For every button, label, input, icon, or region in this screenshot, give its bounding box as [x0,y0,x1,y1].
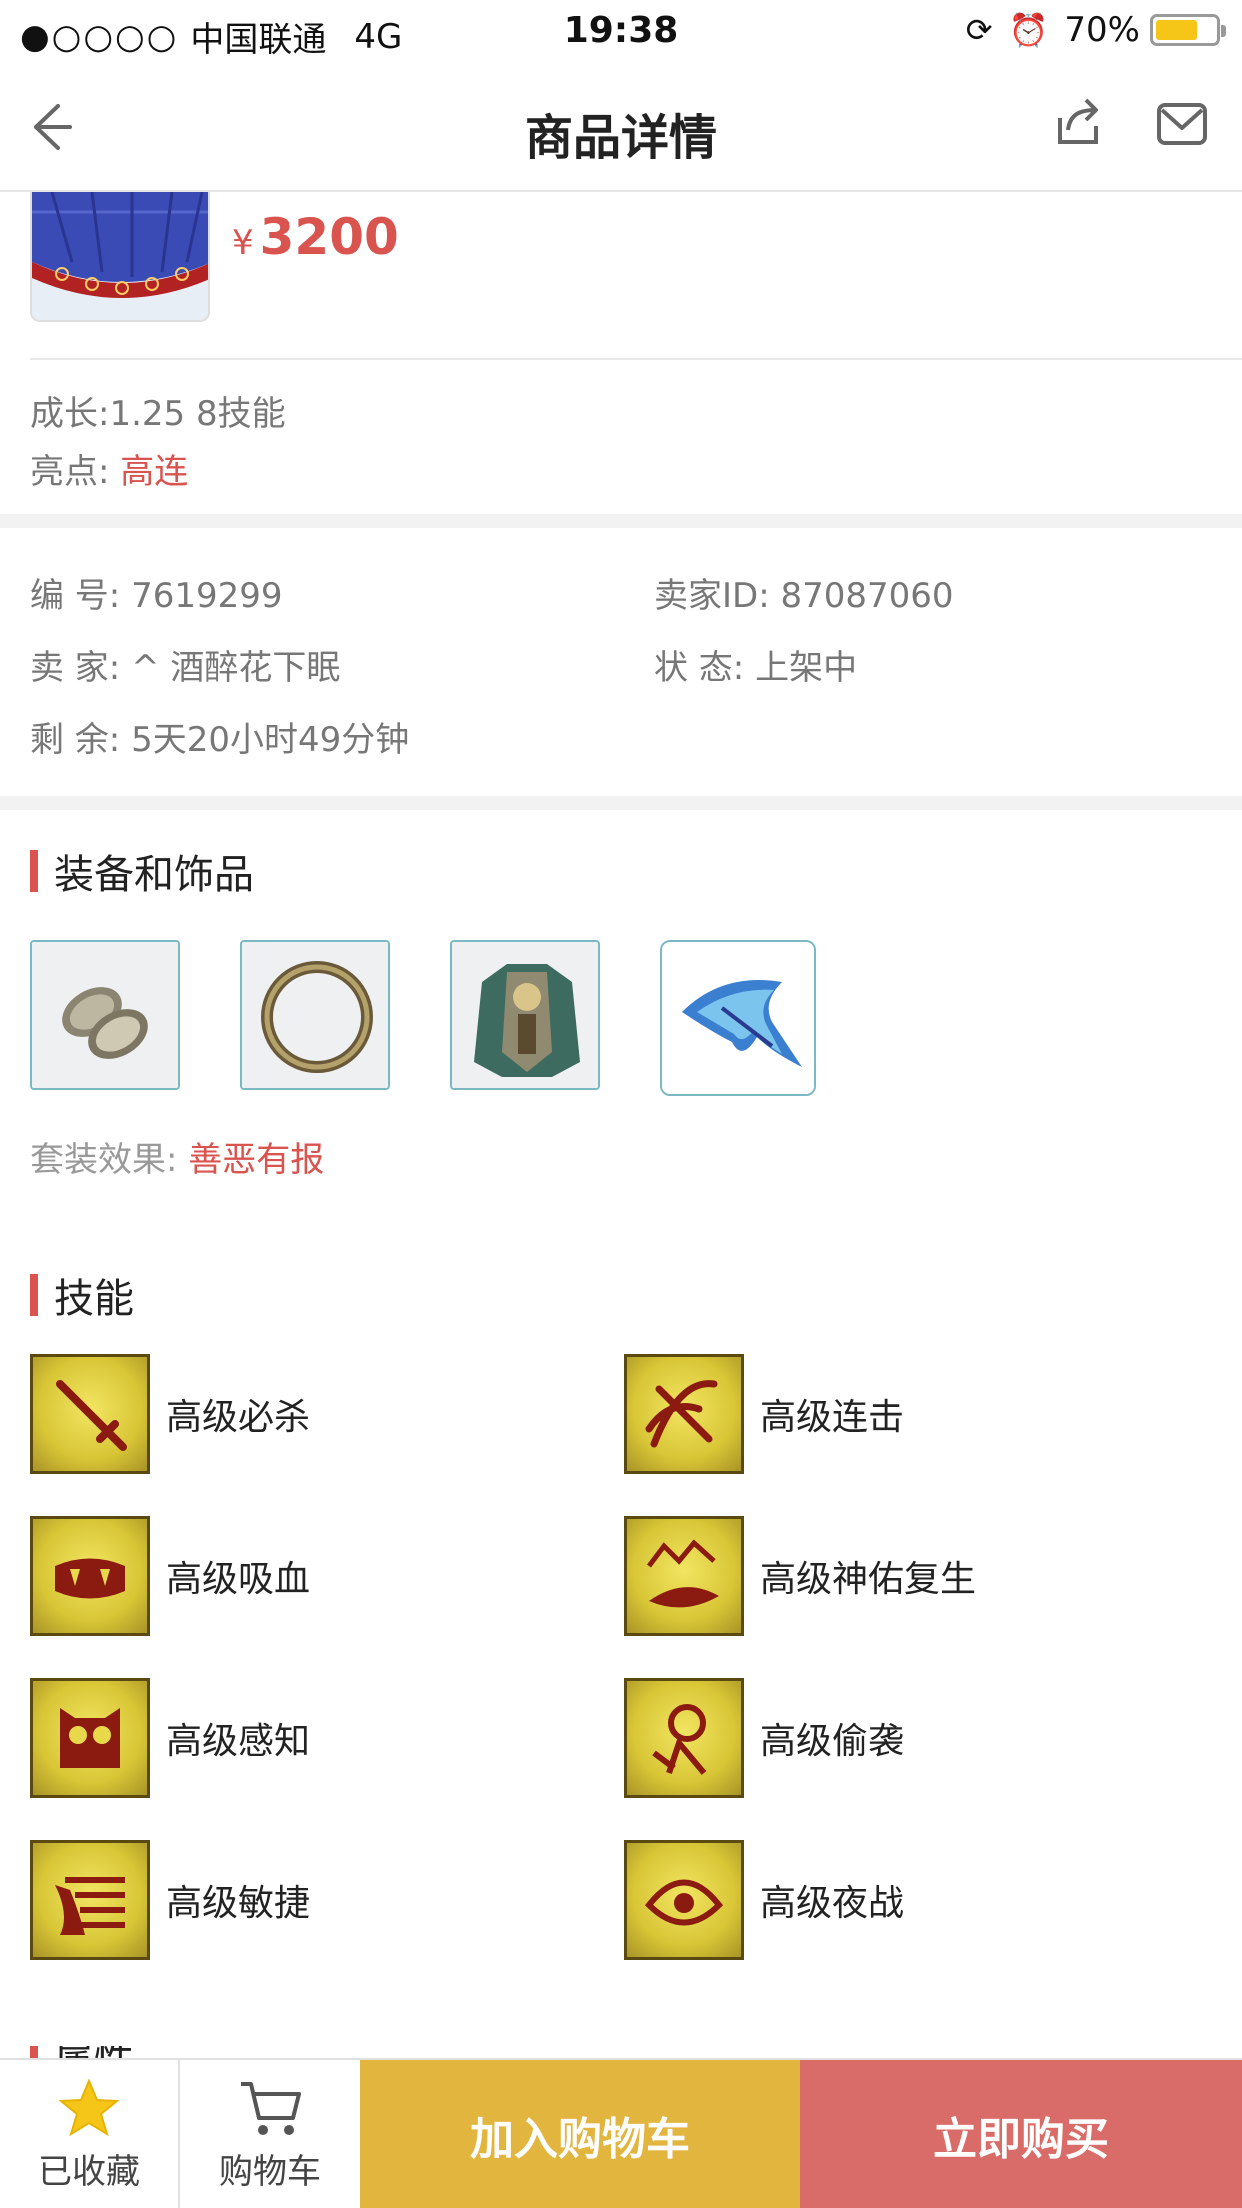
speed-icon [30,1840,150,1960]
status-value: 上架中 [755,648,858,688]
seller-label: 卖 家: [30,648,121,688]
stealth-icon [624,1678,744,1798]
favorite-tab[interactable]: 已收藏 [0,2060,180,2208]
skill-name: 高级夜战 [760,1883,905,1924]
currency-symbol: ¥ [232,223,254,263]
night-eye-icon [624,1840,744,1960]
crossed-weapons-icon [624,1354,744,1474]
growth-text: 成长:1.25 8技能 [30,394,286,434]
cart-tab[interactable]: 购物车 [180,2060,360,2208]
section-accent-bar [30,1274,38,1316]
wing-icon[interactable] [660,940,816,1096]
highlight-value: 高连 [120,452,189,492]
product-thumbnail[interactable] [30,192,210,322]
id-label: 编 号: [30,576,121,616]
skill-name: 高级吸血 [166,1559,311,1600]
cart-label: 购物车 [219,2151,321,2192]
mail-icon[interactable] [1156,102,1208,146]
product-price: ¥ 3200 [232,208,399,266]
skill-name: 高级感知 [166,1721,311,1762]
armor-icon[interactable] [450,940,600,1090]
skill-item[interactable]: 高级连击 [624,1354,904,1474]
remain-row: 剩 余: 5天20小时49分钟 [30,712,409,761]
status-label: 状 态: [654,648,745,688]
highlight-label: 亮点: [30,452,110,492]
section-accent-bar [30,850,38,892]
skill-item[interactable]: 高级敏捷 [30,1840,310,1960]
skill-item[interactable]: 高级偷袭 [624,1678,904,1798]
equipment-title: 装备和饰品 [54,852,254,898]
battery-fill [1156,20,1197,40]
favorite-label: 已收藏 [38,2151,140,2192]
skill-name: 高级偷袭 [760,1721,905,1762]
revive-icon [624,1516,744,1636]
battery-percent: 70% [1064,10,1140,50]
set-effect: 套装效果: 善恶有报 [30,1132,324,1181]
equipment-header: 装备和饰品 [30,842,254,900]
cart-icon [241,2081,301,2135]
skills-title: 技能 [54,1276,134,1322]
bottom-action-bar: 已收藏 购物车 加入购物车 立即购买 [0,2058,1242,2208]
seller-id-value: 87087060 [780,576,954,616]
skill-item[interactable]: 高级必杀 [30,1354,310,1474]
id-value: 7619299 [131,576,283,616]
seller-value: ^ 酒醉花下眠 [131,648,341,688]
seller-id-label: 卖家ID: [654,576,770,616]
remain-value: 5天20小时49分钟 [131,720,410,760]
star-icon [58,2077,120,2136]
seller-id-row: 卖家ID: 87087060 [654,568,954,617]
ring-icon[interactable] [240,940,390,1090]
highlight-row: 亮点: 高连 [30,443,286,501]
status-bar: ●○○○○ 中国联通 4G 19:38 ⟳ ⏰ 70% [0,0,1242,62]
owl-icon [30,1678,150,1798]
rotation-lock-icon: ⟳ [965,11,993,49]
remain-label: 剩 余: [30,720,121,760]
seller-row: 卖 家: ^ 酒醉花下眠 [30,640,340,689]
id-row: 编 号: 7619299 [30,568,283,617]
skill-item[interactable]: 高级神佑复生 [624,1516,976,1636]
set-effect-label: 套装效果: [30,1140,178,1180]
divider [30,358,1242,360]
skill-item[interactable]: 高级感知 [30,1678,310,1798]
buy-now-button[interactable]: 立即购买 [800,2060,1242,2208]
product-summary: 成长:1.25 8技能 亮点: 高连 [30,385,286,501]
fangs-icon [30,1516,150,1636]
add-to-cart-button[interactable]: 加入购物车 [360,2060,800,2208]
set-effect-value: 善恶有报 [188,1140,325,1180]
skill-name: 高级必杀 [166,1397,311,1438]
skill-name: 高级连击 [760,1397,905,1438]
skill-name: 高级神佑复生 [760,1559,977,1600]
price-section: ¥ 3200 [0,192,1242,360]
alarm-icon: ⏰ [1008,11,1049,49]
skills-header: 技能 [30,1266,134,1324]
nav-bar: 商品详情 [0,62,1242,192]
skill-name: 高级敏捷 [166,1883,311,1924]
share-icon[interactable] [1052,96,1104,148]
section-gap [0,796,1242,810]
skill-item[interactable]: 高级夜战 [624,1840,904,1960]
bracer-icon[interactable] [30,940,180,1090]
skill-item[interactable]: 高级吸血 [30,1516,310,1636]
battery-icon [1150,14,1226,46]
section-gap [0,514,1242,528]
sword-icon [30,1354,150,1474]
status-row: 状 态: 上架中 [654,640,857,689]
price-value: 3200 [259,208,399,266]
